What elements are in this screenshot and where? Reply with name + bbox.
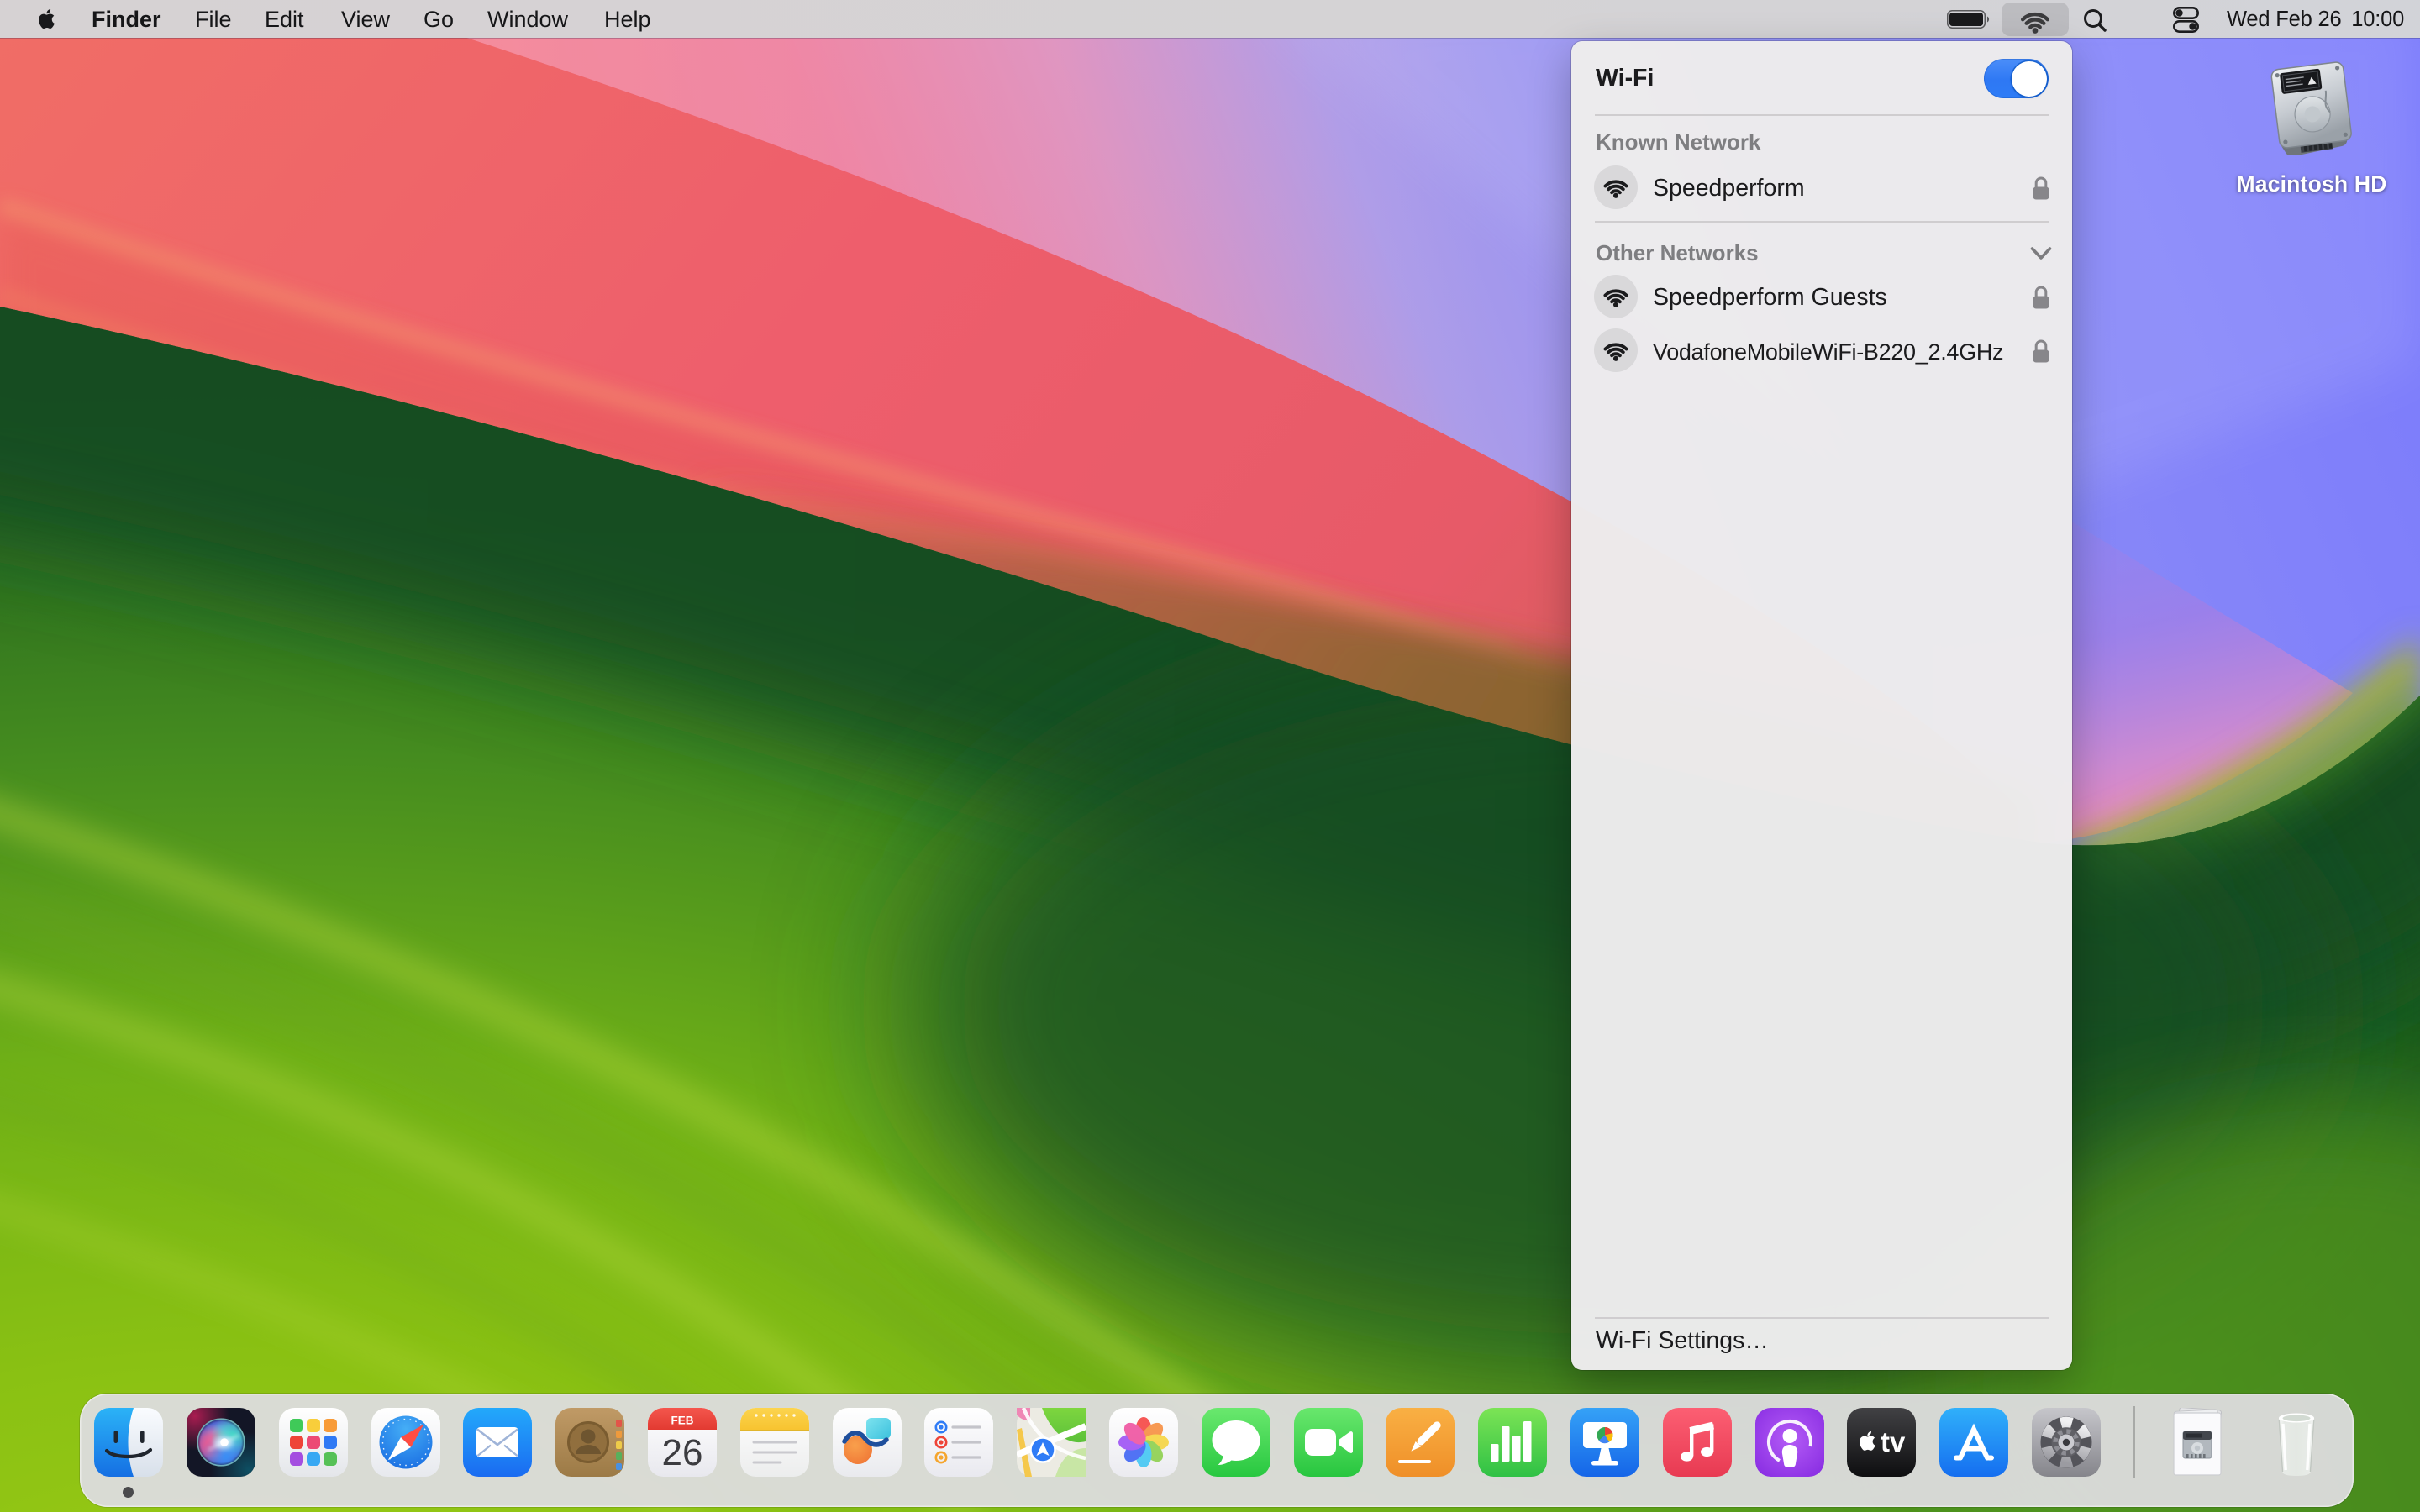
svg-text:26: 26 [662, 1432, 703, 1473]
svg-text:FEB: FEB [671, 1415, 694, 1427]
svg-text:tv: tv [1881, 1426, 1906, 1457]
